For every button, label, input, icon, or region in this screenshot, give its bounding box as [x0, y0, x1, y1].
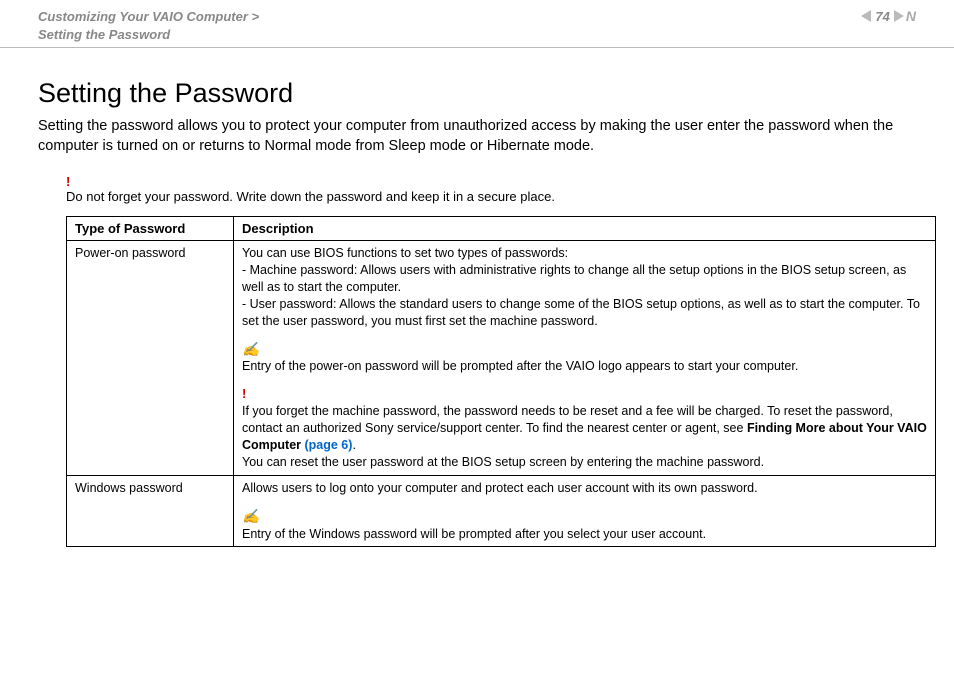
cell-type-poweron: Power-on password — [67, 241, 234, 476]
page-header: Customizing Your VAIO Computer > Setting… — [0, 0, 954, 48]
cell-desc-poweron: You can use BIOS functions to set two ty… — [234, 241, 936, 476]
note-icon: ✍ — [242, 340, 259, 359]
top-warning: ! Do not forget your password. Write dow… — [66, 174, 916, 204]
bullet-user: - User password: Allows the standard use… — [242, 296, 927, 330]
prev-page-icon[interactable] — [861, 10, 871, 22]
breadcrumb: Customizing Your VAIO Computer > Setting… — [38, 8, 259, 43]
warning-icon: ! — [242, 386, 246, 401]
table-row: Windows password Allows users to log ont… — [67, 475, 936, 547]
poweron-intro: You can use BIOS functions to set two ty… — [242, 245, 927, 262]
page-number: 74 — [875, 9, 889, 24]
breadcrumb-line1: Customizing Your VAIO Computer > — [38, 9, 259, 24]
n-decoration: N — [906, 8, 916, 24]
poweron-warn-post: You can reset the user password at the B… — [242, 455, 764, 469]
content-area: Setting the Password Setting the passwor… — [0, 48, 954, 547]
poweron-note: Entry of the power-on password will be p… — [242, 359, 798, 373]
page-6-link[interactable]: (page 6) — [305, 438, 353, 452]
th-type: Type of Password — [67, 217, 234, 241]
table-row: Power-on password You can use BIOS funct… — [67, 241, 936, 476]
th-desc: Description — [234, 217, 936, 241]
bullet-machine: - Machine password: Allows users with ad… — [242, 262, 927, 296]
cell-desc-windows: Allows users to log onto your computer a… — [234, 475, 936, 547]
pager: 74 N — [861, 8, 916, 24]
note-icon: ✍ — [242, 507, 259, 526]
cell-type-windows: Windows password — [67, 475, 234, 547]
top-warning-text: Do not forget your password. Write down … — [66, 189, 555, 204]
windows-note: Entry of the Windows password will be pr… — [242, 527, 706, 541]
warning-icon: ! — [66, 174, 70, 189]
password-types-table: Type of Password Description Power-on pa… — [66, 216, 936, 547]
intro-paragraph: Setting the password allows you to prote… — [38, 117, 916, 156]
page-title: Setting the Password — [38, 78, 916, 109]
windows-intro: Allows users to log onto your computer a… — [242, 480, 927, 497]
next-page-icon[interactable] — [894, 10, 904, 22]
breadcrumb-line2: Setting the Password — [38, 27, 170, 42]
